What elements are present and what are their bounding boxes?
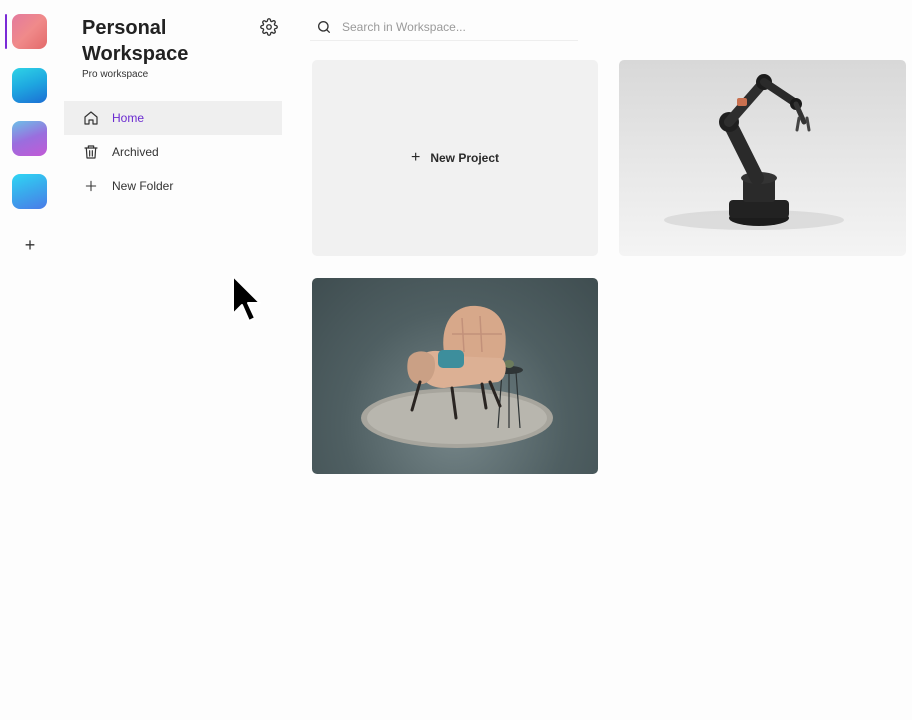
workspace-avatar-red-icon[interactable] <box>5 14 47 49</box>
project-card-armchair[interactable] <box>312 278 598 474</box>
nav-item-home[interactable]: Home <box>64 101 282 135</box>
new-project-label: New Project <box>430 151 500 165</box>
workspace-title: Personal Workspace <box>82 17 189 65</box>
workspace-rail: + <box>0 0 60 260</box>
nav-item-archived[interactable]: Archived <box>64 135 282 169</box>
robot-arm-thumbnail <box>664 74 844 230</box>
workspace-avatar-blue-icon[interactable] <box>12 174 47 209</box>
plus-icon <box>82 177 100 195</box>
nav-item-label: New Folder <box>112 179 174 193</box>
new-project-button: + New Project <box>411 150 499 166</box>
nav-item-new-folder[interactable]: New Folder <box>64 169 282 203</box>
search-input[interactable] <box>340 19 564 35</box>
sidebar: Personal Workspace Pro workspace Home Ar… <box>64 0 284 260</box>
project-card-robot[interactable] <box>619 60 906 256</box>
armchair-thumbnail <box>361 305 553 448</box>
search-bar <box>310 14 578 41</box>
workspace-plan-label: Pro workspace <box>82 69 149 80</box>
plus-icon: + <box>410 149 421 166</box>
mouse-cursor-icon <box>232 275 261 322</box>
add-workspace-button[interactable]: + <box>19 234 41 256</box>
trash-icon <box>82 143 100 161</box>
nav-item-label: Home <box>112 111 145 125</box>
workspace-avatar-purple-icon[interactable] <box>12 121 47 156</box>
home-icon <box>82 109 100 127</box>
new-project-card[interactable]: + New Project <box>312 60 598 256</box>
nav-item-label: Archived <box>112 145 159 159</box>
gear-icon[interactable] <box>260 18 278 36</box>
search-icon <box>318 21 330 33</box>
workspace-avatar-teal-icon[interactable] <box>12 68 47 103</box>
